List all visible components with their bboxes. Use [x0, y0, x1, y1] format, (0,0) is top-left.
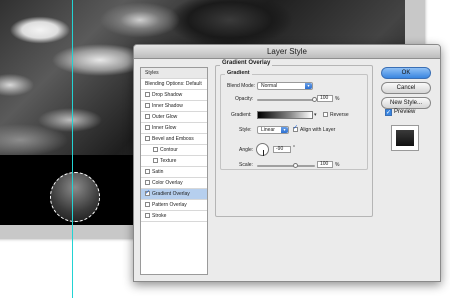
- style-item-label: Bevel and Emboss: [152, 136, 194, 142]
- angle-dial[interactable]: [256, 143, 269, 156]
- style-item[interactable]: Pattern Overlay: [141, 200, 207, 211]
- style-item-label: Inner Shadow: [152, 103, 183, 109]
- align-with-layer-checkbox[interactable]: Align with Layer: [293, 124, 336, 133]
- style-item[interactable]: Contour: [141, 145, 207, 156]
- preview-checkbox[interactable]: ✓ Preview: [385, 109, 415, 116]
- reverse-check-box[interactable]: [323, 112, 328, 117]
- cancel-button[interactable]: Cancel: [381, 82, 431, 94]
- style-item-checkbox[interactable]: [145, 189, 150, 199]
- gradient-swatch[interactable]: [257, 111, 313, 119]
- style-item-label: Gradient Overlay: [152, 191, 190, 197]
- style-item-label: Drop Shadow: [152, 92, 183, 98]
- layer-style-dialog: Layer Style Styles Blending Options: Def…: [133, 44, 441, 282]
- scale-unit: %: [335, 162, 340, 168]
- style-item-label: Texture: [160, 158, 177, 164]
- scale-label: Scale:: [239, 162, 253, 168]
- style-item-checkbox[interactable]: [145, 103, 150, 108]
- style-item-checkbox[interactable]: [145, 213, 150, 218]
- scale-input[interactable]: 100: [317, 161, 333, 168]
- style-label: Style:: [239, 127, 252, 133]
- styles-header[interactable]: Styles: [141, 68, 207, 79]
- style-item-checkbox[interactable]: [145, 92, 150, 97]
- style-item-checkbox[interactable]: [145, 169, 150, 174]
- style-item-label: Satin: [152, 169, 164, 175]
- preview-thumbnail-image: [396, 130, 414, 146]
- style-item[interactable]: Drop Shadow: [141, 90, 207, 101]
- style-item[interactable]: Texture: [141, 156, 207, 167]
- opacity-input[interactable]: 100: [317, 95, 333, 102]
- style-item[interactable]: Bevel and Emboss: [141, 134, 207, 145]
- reverse-label: Reverse: [330, 112, 349, 118]
- style-item[interactable]: Inner Glow: [141, 123, 207, 134]
- section-title: Gradient Overlay: [220, 60, 273, 66]
- style-item-checkbox[interactable]: [145, 125, 150, 130]
- group-title: Gradient: [225, 70, 252, 76]
- style-item-label: Stroke: [152, 213, 167, 219]
- workspace: Layer Style Styles Blending Options: Def…: [0, 0, 450, 298]
- style-select[interactable]: Linear ▾: [257, 126, 289, 134]
- blend-mode-value: Normal: [261, 83, 278, 89]
- align-check-box[interactable]: [293, 124, 298, 132]
- gradient-group: Gradient Blend Mode: Normal ▾ Opacity: 1…: [220, 70, 368, 170]
- angle-dial-hand: [263, 150, 264, 156]
- opacity-slider[interactable]: [257, 97, 317, 102]
- blending-options-item[interactable]: Blending Options: Default: [141, 79, 207, 90]
- angle-input[interactable]: -90: [273, 146, 291, 153]
- circle-selection[interactable]: [50, 172, 100, 222]
- scale-slider[interactable]: [257, 163, 315, 168]
- gradient-overlay-group: Gradient Overlay Gradient Blend Mode: No…: [215, 60, 373, 217]
- opacity-label: Opacity:: [235, 96, 254, 102]
- preview-check-box[interactable]: ✓: [385, 109, 392, 116]
- style-item[interactable]: Stroke: [141, 211, 207, 222]
- align-label: Align with Layer: [300, 127, 336, 133]
- opacity-unit: %: [335, 96, 340, 102]
- preview-thumbnail: [391, 125, 419, 151]
- style-item-label: Outer Glow: [152, 114, 178, 120]
- style-item[interactable]: Inner Shadow: [141, 101, 207, 112]
- style-item-label: Pattern Overlay: [152, 202, 187, 208]
- style-item[interactable]: Color Overlay: [141, 178, 207, 189]
- styles-list: Styles Blending Options: Default Drop Sh…: [140, 67, 208, 275]
- style-item[interactable]: Outer Glow: [141, 112, 207, 123]
- chevron-down-icon: ▾: [281, 127, 288, 133]
- style-item-label: Color Overlay: [152, 180, 183, 186]
- style-item-checkbox[interactable]: [145, 136, 150, 141]
- gradient-label: Gradient:: [231, 112, 252, 118]
- blend-mode-label: Blend Mode:: [227, 83, 256, 89]
- style-value: Linear: [261, 127, 275, 133]
- style-item[interactable]: Gradient Overlay: [141, 189, 207, 200]
- style-item-checkbox[interactable]: [153, 147, 158, 152]
- style-item[interactable]: Satin: [141, 167, 207, 178]
- guide-line[interactable]: [72, 0, 73, 298]
- ok-button[interactable]: OK: [381, 67, 431, 79]
- scale-slider-thumb[interactable]: [293, 163, 298, 168]
- preview-label: Preview: [394, 109, 416, 115]
- style-item-checkbox[interactable]: [153, 158, 158, 163]
- style-item-label: Inner Glow: [152, 125, 177, 131]
- new-style-button[interactable]: New Style...: [381, 97, 431, 109]
- blend-mode-select[interactable]: Normal ▾: [257, 82, 313, 90]
- style-item-checkbox[interactable]: [145, 180, 150, 185]
- angle-unit: °: [293, 145, 295, 151]
- chevron-down-icon: ▾: [305, 83, 312, 89]
- dialog-titlebar[interactable]: Layer Style: [134, 45, 440, 59]
- reverse-checkbox[interactable]: Reverse: [323, 112, 349, 118]
- style-item-checkbox[interactable]: [145, 202, 150, 207]
- style-item-checkbox[interactable]: [145, 114, 150, 119]
- angle-label: Angle:: [239, 147, 254, 153]
- style-item-label: Contour: [160, 147, 178, 153]
- chevron-down-icon[interactable]: ▾: [314, 111, 320, 119]
